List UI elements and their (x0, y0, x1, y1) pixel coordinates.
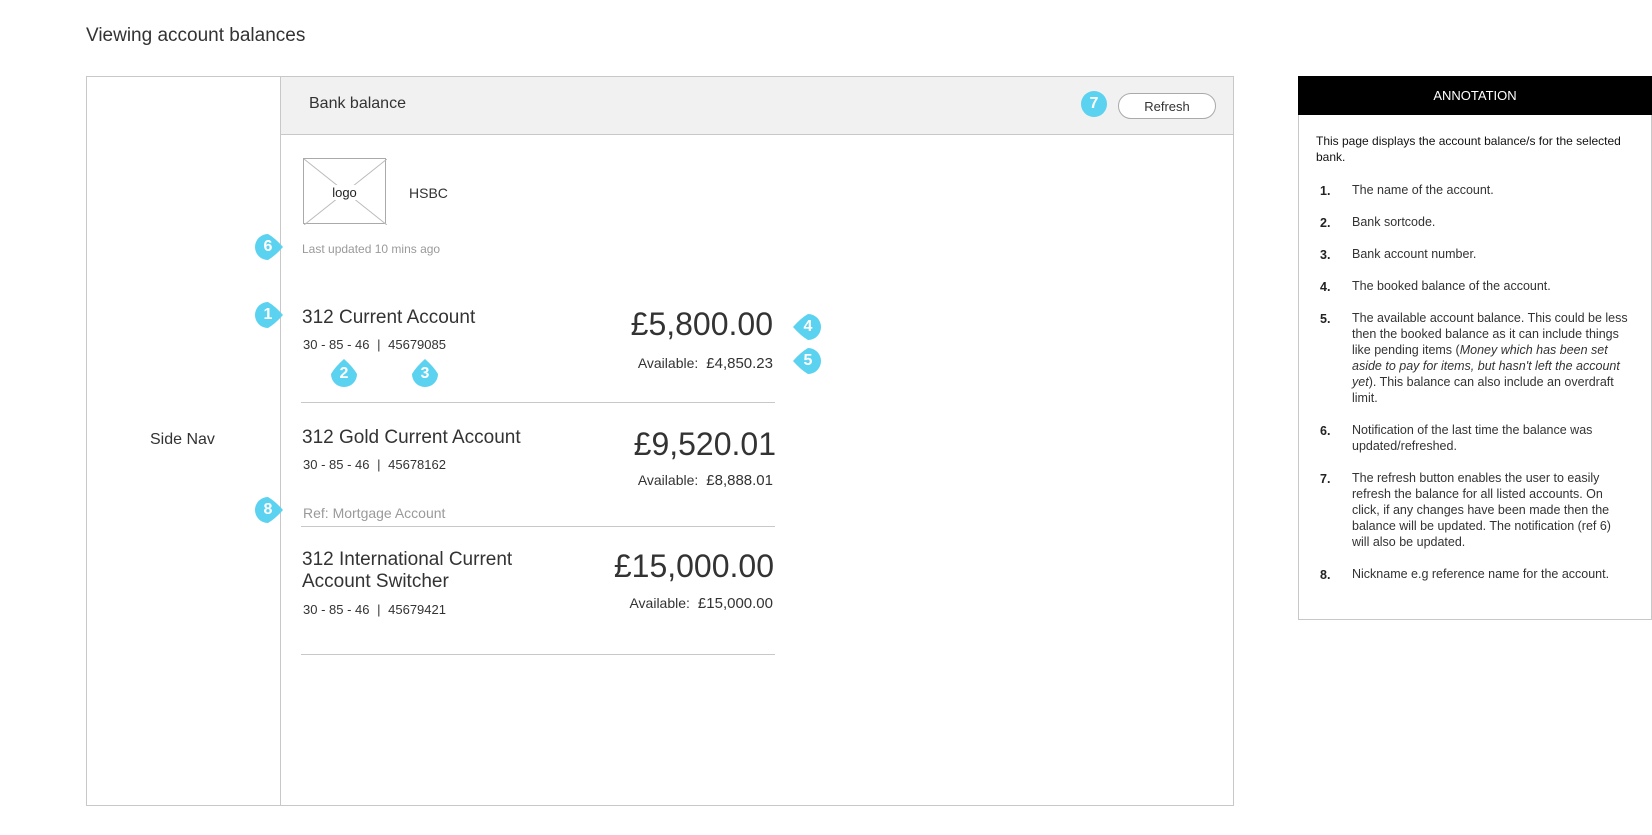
annotation-item: 1. The name of the account. (1320, 183, 1494, 198)
annotation-item: 2. Bank sortcode. (1320, 215, 1436, 230)
available-balance: Available: £15,000.00 (629, 595, 773, 612)
account-name: 312 International Current Account Switch… (302, 549, 513, 592)
booked-balance: £15,000.00 (613, 548, 774, 584)
separator: | (377, 337, 381, 352)
annotation-list: 1. The name of the account. 2. Bank sortco… (1320, 182, 1630, 598)
separator: | (377, 457, 381, 472)
annotation-marker-5: 5 (793, 348, 821, 374)
annotation-item: 3. Bank account number. (1320, 247, 1477, 262)
divider (301, 526, 775, 527)
annotation-marker-7: 7 (1081, 91, 1107, 117)
refresh-button[interactable]: Refresh (1118, 93, 1216, 119)
page-title: Viewing account balances (86, 25, 306, 46)
annotation-marker-1: 1 (255, 302, 283, 328)
annotation-intro: This page displays the account balance/s… (1316, 134, 1621, 164)
divider (301, 654, 775, 655)
divider (301, 402, 775, 403)
annotation-marker-2: 2 (331, 359, 357, 387)
annotation-heading: ANNOTATION (1298, 76, 1652, 115)
available-label: Available: (637, 472, 699, 488)
annotation-item: 5. The available account balance. This co… (1320, 311, 1628, 405)
annotation-marker-4: 4 (793, 314, 821, 340)
sortcode: 30 - 85 - 46 (303, 337, 370, 352)
last-updated: Last updated 10 mins ago (302, 242, 441, 256)
account-number: 45678162 (388, 457, 446, 472)
booked-balance: £5,800.00 (630, 306, 773, 342)
sortcode: 30 - 85 - 46 (303, 457, 370, 472)
account-details: 30 - 85 - 46 | 45679421 (303, 602, 446, 617)
separator: | (377, 602, 381, 617)
available-value: £4,850.23 (706, 355, 773, 372)
available-value: £8,888.01 (706, 472, 773, 489)
account-number: 45679085 (388, 337, 446, 352)
account-details: 30 - 85 - 46 | 45679085 (303, 337, 446, 352)
available-balance: Available: £4,850.23 (638, 355, 773, 372)
booked-balance: £9,520.01 (633, 426, 776, 462)
available-label: Available: (629, 595, 690, 611)
account-reference: Ref: Mortgage Account (303, 505, 446, 521)
account-name: 312 Current Account (302, 307, 476, 328)
logo-label: logo (330, 185, 359, 200)
annotation-item: 4. The booked balance of the account. (1320, 279, 1551, 294)
account-details: 30 - 85 - 46 | 45678162 (303, 457, 446, 472)
header-title: Bank balance (309, 95, 406, 112)
account-number: 45679421 (388, 602, 446, 617)
sortcode: 30 - 85 - 46 (303, 602, 370, 617)
available-balance: Available: £8,888.01 (638, 472, 773, 489)
bank-name: HSBC (409, 185, 448, 201)
annotation-marker-3: 3 (412, 359, 438, 387)
account-name: 312 Gold Current Account (302, 427, 521, 448)
annotation-item: 8. Nickname e.g reference name for the ac… (1320, 567, 1610, 582)
annotation-marker-6: 6 (255, 234, 283, 260)
annotation-item: 7. The refresh button enables the user to… (1320, 471, 1611, 549)
annotation-item: 6. Notification of the last time the bala… (1320, 423, 1593, 453)
available-value: £15,000.00 (697, 595, 773, 612)
side-nav-label: Side Nav (150, 431, 215, 448)
annotation-marker-8: 8 (255, 497, 283, 523)
available-label: Available: (637, 355, 699, 371)
bank-logo: logo (303, 158, 387, 225)
